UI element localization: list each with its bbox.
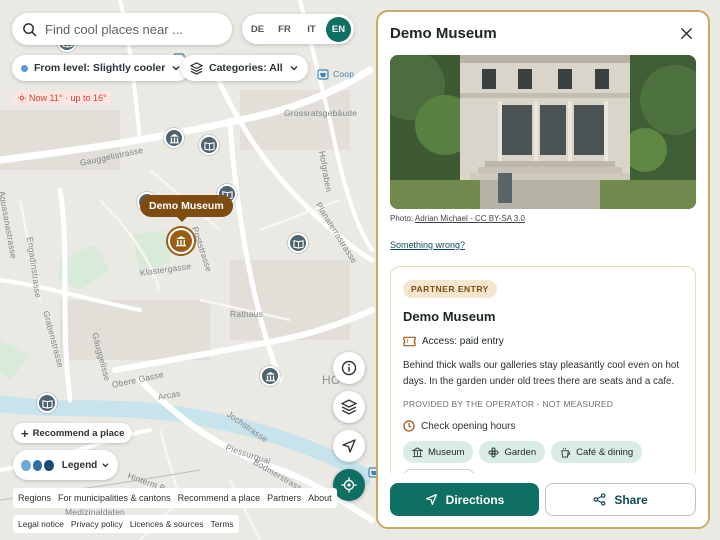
recommend-label: Recommend a place [32,427,125,439]
share-button[interactable]: Share [545,483,696,516]
legend-button[interactable]: Legend [13,450,118,480]
layers-icon [190,61,203,75]
chevron-down-icon [102,463,109,468]
lang-en-button[interactable]: EN [326,16,351,42]
photo-credit: Photo: Adrian Michael - CC BY-SA 3.0 [390,214,525,223]
info-button[interactable] [333,352,365,384]
footer-link-regions[interactable]: Regions [18,493,51,503]
chevron-down-icon [290,65,298,71]
weather-text: Now 11° · up to 16° [29,93,107,103]
place-detail-panel: Demo Museum Photo: Adrian Michael - CC B… [376,10,710,529]
shop-icon [317,69,329,80]
my-location-button[interactable] [333,469,365,501]
opening-hours-link[interactable]: Check opening hours [403,420,683,432]
close-icon [680,27,692,39]
info-icon [341,360,357,376]
museum-building-image [390,55,696,209]
legend-swatch [21,459,31,471]
layers-icon [341,399,357,415]
plus-icon: + [21,425,29,441]
search-bar[interactable] [12,13,232,45]
poi-library-icon[interactable] [199,135,219,155]
navigate-button[interactable] [333,430,365,462]
weather-badge: Now 11° · up to 16° [14,91,111,105]
footer-link-recommend[interactable]: Recommend a place [178,493,261,503]
marker-tail [176,216,188,222]
directions-label: Directions [445,492,505,507]
tag-label: Museum [428,446,465,458]
legend-swatch [32,459,43,471]
directions-button[interactable]: Directions [390,483,539,516]
legal-link-privacy[interactable]: Privacy policy [71,519,123,529]
footer-link-about[interactable]: About [308,493,332,503]
legal-link-licences[interactable]: Licences & sources [130,519,204,529]
selected-marker-label[interactable]: Demo Museum [140,195,233,217]
tag-cafe-dining[interactable]: Café & dining [551,441,643,463]
tag-museum[interactable]: Museum [403,441,474,463]
poi-museum-icon[interactable] [260,366,280,386]
partner-badge: PARTNER ENTRY [403,280,497,298]
panel-title: Demo Museum [390,24,497,42]
panel-actions: Directions Share [378,473,708,527]
report-problem-link[interactable]: Something wrong? [390,240,465,250]
coffee-cup-icon [561,447,571,458]
language-switcher: DE FR IT EN [242,14,354,44]
level-filter-dropdown[interactable]: From level: Slightly cooler [12,55,191,81]
museum-icon [412,446,423,457]
street-label: Rathaus [230,309,264,319]
search-input[interactable] [45,21,215,37]
lang-it-button[interactable]: IT [299,17,324,42]
panel-header: Demo Museum [378,12,708,54]
street-label: Coop [333,69,355,79]
level-dot-icon [21,64,28,72]
opening-hours-label: Check opening hours [421,420,516,432]
legend-swatch [44,459,54,471]
footer-nav: Regions For municipalities & cantons Rec… [13,488,337,508]
sun-icon [18,94,26,102]
categories-filter-dropdown[interactable]: Categories: All [181,55,308,81]
photo-credit-prefix: Photo: [390,214,414,223]
legend-label: Legend [61,459,98,471]
lang-de-button[interactable]: DE [245,17,270,42]
navigation-arrow-icon [425,493,437,506]
access-label: Access: paid entry [422,336,504,347]
share-icon [593,493,606,506]
tag-label: Café & dining [576,446,634,458]
tag-label: Garden [504,446,537,458]
search-icon [23,22,37,36]
place-description: Behind thick walls our galleries stay pl… [403,360,680,387]
crosshair-icon [341,477,357,493]
level-filter-label: From level: Slightly cooler [34,62,166,74]
legal-link-notice[interactable]: Legal notice [18,519,64,529]
recommend-place-button[interactable]: + Recommend a place [13,423,133,443]
lang-fr-button[interactable]: FR [272,17,297,42]
clock-icon [403,420,415,432]
tag-garden[interactable]: Garden [479,441,546,463]
flower-icon [488,447,499,457]
selected-museum-marker[interactable] [166,226,196,256]
museum-icon [170,230,192,252]
navigation-arrow-icon [342,439,356,453]
place-photo [390,55,696,209]
provided-by-note: PROVIDED BY THE OPERATOR - NOT MEASURED [403,399,614,409]
street-label: Grossratsgebäude [284,108,358,118]
poi-library-icon[interactable] [37,393,57,413]
poi-library-icon[interactable] [288,233,308,253]
chevron-down-icon [172,65,180,71]
close-button[interactable] [678,25,694,41]
share-label: Share [614,492,648,507]
category-tags: Museum Garden Café & dining [403,441,683,463]
footer-link-partners[interactable]: Partners [267,493,301,503]
photo-credit-link[interactable]: Adrian Michael - CC BY-SA 3.0 [415,214,525,223]
legal-link-terms[interactable]: Terms [211,519,234,529]
ticket-icon [403,336,416,347]
card-title: Demo Museum [403,309,496,324]
access-info: Access: paid entry [403,336,683,347]
poi-museum-icon[interactable] [164,128,184,148]
footer-link-municipalities[interactable]: For municipalities & cantons [58,493,171,503]
categories-filter-label: Categories: All [209,62,283,74]
legal-nav: Legal notice Privacy policy Licences & s… [13,515,239,533]
layers-button[interactable] [333,391,365,423]
